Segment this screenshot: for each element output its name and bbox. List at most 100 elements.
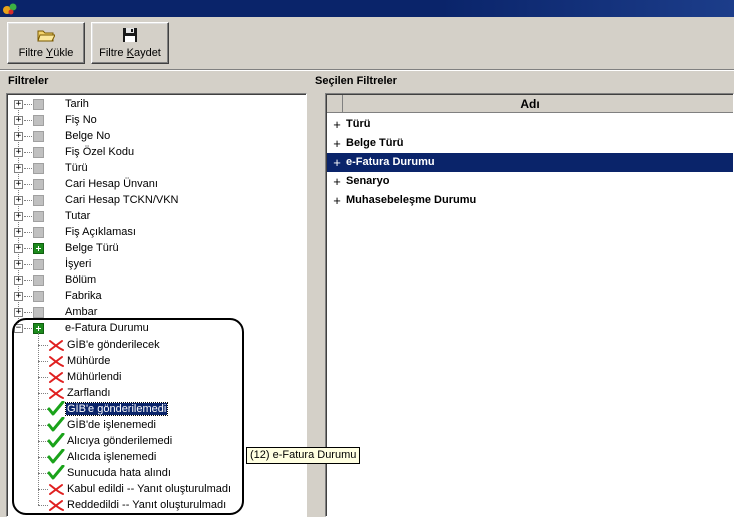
expand-toggle-icon[interactable]: +	[14, 100, 23, 109]
tree-node[interactable]: + Türü	[7, 161, 306, 177]
selected-filters-grid[interactable]: Adı + Türü + Belge Türü + e-Fatura Durumu + Sen…	[325, 93, 734, 517]
open-folder-icon	[37, 30, 55, 42]
tree-child-label: Sunucuda hata alındı	[67, 467, 171, 479]
tree-child-label: Reddedildi -- Yanıt oluşturulmadı	[67, 499, 227, 511]
selected-filter-label: Muhasebeleşme Durumu	[346, 194, 477, 206]
red-cross-icon[interactable]	[47, 385, 65, 401]
selected-filter-row[interactable]: + Türü	[327, 115, 733, 134]
filter-state-box-icon[interactable]	[33, 275, 44, 286]
tree-child-node[interactable]: GİB'e gönderilemedi	[7, 401, 306, 417]
selected-filter-row[interactable]: + Senaryo	[327, 172, 733, 191]
tree-child-label: Mühürde	[67, 355, 111, 367]
red-cross-icon[interactable]	[47, 369, 65, 385]
expand-toggle-icon[interactable]: +	[14, 164, 23, 173]
filter-state-box-icon[interactable]	[33, 291, 44, 302]
expand-toggle-icon[interactable]: +	[14, 212, 23, 221]
filter-state-box-icon[interactable]	[33, 307, 44, 318]
expand-toggle-icon[interactable]: +	[14, 292, 23, 301]
tree-connector	[24, 200, 32, 201]
filters-panel-title: Filtreler	[8, 75, 49, 87]
load-filter-button[interactable]: Filtre Yükle	[7, 22, 85, 64]
tree-child-node[interactable]: Reddedildi -- Yanıt oluşturulmadı	[7, 497, 306, 513]
tree-node[interactable]: + Cari Hesap TCKN/VKN	[7, 193, 306, 209]
tree-node[interactable]: + Bölüm	[7, 273, 306, 289]
tree-child-node[interactable]: Sunucuda hata alındı	[7, 465, 306, 481]
tree-node-label: Belge Türü	[65, 242, 119, 254]
filter-state-box-icon[interactable]	[33, 115, 44, 126]
red-cross-icon[interactable]	[47, 337, 65, 353]
tree-node[interactable]: + Tarih	[7, 97, 306, 113]
save-filter-button[interactable]: Filtre Kaydet	[91, 22, 169, 64]
selected-filter-row[interactable]: + Muhasebeleşme Durumu	[327, 191, 733, 210]
tree-node-label: Fabrika	[65, 290, 102, 302]
green-check-icon[interactable]	[47, 449, 65, 465]
green-check-icon[interactable]	[47, 417, 65, 433]
filter-state-box-icon[interactable]	[33, 259, 44, 270]
red-cross-icon[interactable]	[47, 481, 65, 497]
tree-child-node[interactable]: Kabul edildi -- Yanıt oluşturulmadı	[7, 481, 306, 497]
tree-node[interactable]: + Ambar	[7, 305, 306, 321]
tree-child-node[interactable]: Mühürde	[7, 353, 306, 369]
floppy-disk-icon	[123, 28, 137, 42]
red-cross-icon[interactable]	[47, 353, 65, 369]
selected-filter-row[interactable]: + e-Fatura Durumu	[327, 153, 733, 172]
filter-state-box-icon[interactable]	[33, 131, 44, 142]
tree-child-node[interactable]: Mühürlendi	[7, 369, 306, 385]
expand-toggle-icon[interactable]: +	[14, 180, 23, 189]
tree-node[interactable]: + Belge No	[7, 129, 306, 145]
tree-child-label: Zarflandı	[67, 387, 111, 399]
tree-connector	[24, 168, 32, 169]
title-bar	[0, 0, 734, 17]
expand-toggle-icon[interactable]: +	[14, 196, 23, 205]
tree-node[interactable]: + İşyeri	[7, 257, 306, 273]
tree-node[interactable]: + Cari Hesap Ünvanı	[7, 177, 306, 193]
tree-child-node[interactable]: GİB'de işlenemedi	[7, 417, 306, 433]
toolbar: Filtre Yükle Filtre Kaydet	[0, 17, 734, 69]
tree-node-label: Ambar	[65, 306, 98, 318]
expand-toggle-icon[interactable]: +	[14, 276, 23, 285]
column-header-name[interactable]: Adı	[327, 95, 733, 113]
expand-row-icon[interactable]: +	[332, 191, 342, 210]
tree-node[interactable]: + Belge Türü	[7, 241, 306, 257]
expand-toggle-icon[interactable]: +	[14, 148, 23, 157]
selected-filter-label: Belge Türü	[346, 137, 404, 149]
expand-toggle-icon[interactable]: +	[14, 244, 23, 253]
tree-node[interactable]: + Tutar	[7, 209, 306, 225]
filter-state-box-icon[interactable]	[33, 211, 44, 222]
tree-node[interactable]: + Fiş Özel Kodu	[7, 145, 306, 161]
tree-node[interactable]: + Fiş Açıklaması	[7, 225, 306, 241]
tree-node-label: İşyeri	[65, 258, 92, 270]
expand-toggle-icon[interactable]: +	[14, 228, 23, 237]
filter-active-plus-icon[interactable]	[33, 243, 44, 254]
expand-toggle-icon[interactable]: +	[14, 132, 23, 141]
expand-toggle-icon[interactable]: +	[14, 308, 23, 317]
filter-state-box-icon[interactable]	[33, 147, 44, 158]
filter-state-box-icon[interactable]	[33, 227, 44, 238]
tree-connector	[24, 184, 32, 185]
filter-state-box-icon[interactable]	[33, 195, 44, 206]
expand-row-icon[interactable]: +	[332, 115, 342, 134]
tree-connector	[24, 264, 32, 265]
expand-row-icon[interactable]: +	[332, 172, 342, 191]
collapse-toggle-icon[interactable]: −	[14, 324, 23, 333]
tree-node[interactable]: − e-Fatura Durumu	[7, 321, 306, 337]
filter-state-box-icon[interactable]	[33, 179, 44, 190]
selected-filter-row[interactable]: + Belge Türü	[327, 134, 733, 153]
app-icon	[3, 3, 17, 15]
tree-connector	[24, 152, 32, 153]
expand-toggle-icon[interactable]: +	[14, 260, 23, 269]
filter-state-box-icon[interactable]	[33, 163, 44, 174]
expand-toggle-icon[interactable]: +	[14, 116, 23, 125]
expand-row-icon[interactable]: +	[332, 134, 342, 153]
expand-row-icon[interactable]: +	[332, 153, 342, 172]
tree-node[interactable]: + Fabrika	[7, 289, 306, 305]
green-check-icon[interactable]	[47, 433, 65, 449]
tree-child-node[interactable]: Zarflandı	[7, 385, 306, 401]
red-cross-icon[interactable]	[47, 497, 65, 513]
tree-node[interactable]: + Fiş No	[7, 113, 306, 129]
green-check-icon[interactable]	[47, 401, 65, 417]
green-check-icon[interactable]	[47, 465, 65, 481]
tree-child-label: Kabul edildi -- Yanıt oluşturulmadı	[67, 483, 232, 495]
tree-child-node[interactable]: GİB'e gönderilecek	[7, 337, 306, 353]
filter-state-box-icon[interactable]	[33, 99, 44, 110]
